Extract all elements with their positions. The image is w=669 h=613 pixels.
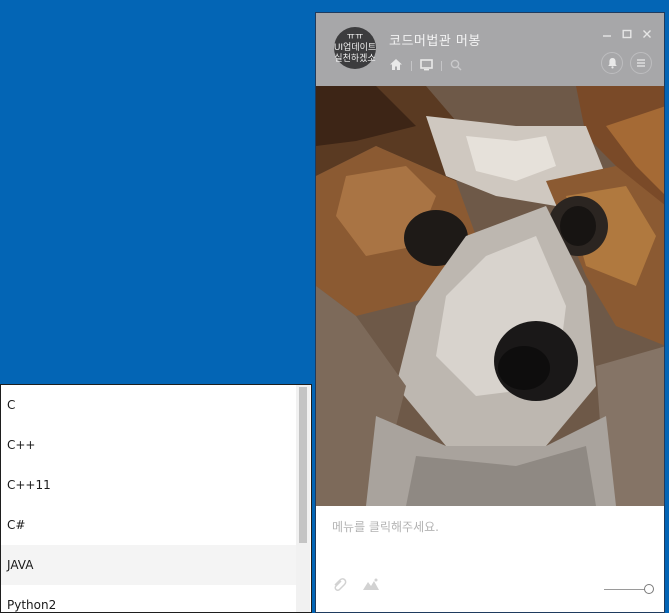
close-icon[interactable]	[642, 24, 652, 43]
list-item[interactable]: C++11	[1, 465, 297, 505]
list-item[interactable]: C#	[1, 505, 297, 545]
slider-knob[interactable]	[644, 584, 654, 594]
scrollbar-thumb[interactable]	[299, 387, 307, 543]
header-toolbar	[389, 56, 462, 75]
search-icon[interactable]	[450, 56, 462, 75]
scrollbar[interactable]	[296, 385, 310, 612]
list-item[interactable]: JAVA	[1, 545, 297, 585]
list-item[interactable]: C	[1, 385, 297, 425]
divider	[441, 60, 442, 71]
home-icon[interactable]	[389, 56, 403, 75]
bell-icon[interactable]	[601, 52, 623, 74]
avatar-line: UI업데이트	[333, 42, 377, 53]
avatar-line: 실천하겠소	[334, 53, 376, 64]
divider	[411, 60, 412, 71]
image-icon[interactable]	[362, 576, 380, 595]
minimize-icon[interactable]	[602, 24, 612, 43]
message-input-placeholder[interactable]: 메뉴를 클릭해주세요.	[332, 518, 439, 535]
chat-title: 코드머법관 머봉	[389, 34, 481, 49]
list-item[interactable]: C++	[1, 425, 297, 465]
slider-track	[604, 589, 646, 590]
menu-icon[interactable]	[630, 52, 652, 74]
input-toolbar	[332, 576, 380, 595]
avatar-line: ㅠㅠ	[346, 31, 364, 42]
monitor-icon[interactable]	[420, 56, 433, 75]
avatar[interactable]: ㅠㅠ UI업데이트 실천하겠소	[334, 27, 376, 69]
language-items: C C++ C++11 C# JAVA Python2	[1, 385, 311, 612]
list-item[interactable]: Python2	[1, 585, 297, 612]
background-photo	[316, 86, 664, 506]
opacity-slider[interactable]	[604, 583, 654, 595]
paperclip-icon[interactable]	[332, 576, 348, 595]
maximize-icon[interactable]	[622, 24, 632, 43]
message-input-area[interactable]: 메뉴를 클릭해주세요.	[316, 506, 664, 612]
chat-window: ㅠㅠ UI업데이트 실천하겠소 코드머법관 머봉 메뉴를 클릭해주세요.	[315, 12, 665, 613]
window-controls	[602, 24, 652, 43]
language-list: C C++ C++11 C# JAVA Python2	[0, 384, 312, 613]
chat-header: ㅠㅠ UI업데이트 실천하겠소 코드머법관 머봉	[316, 13, 664, 86]
